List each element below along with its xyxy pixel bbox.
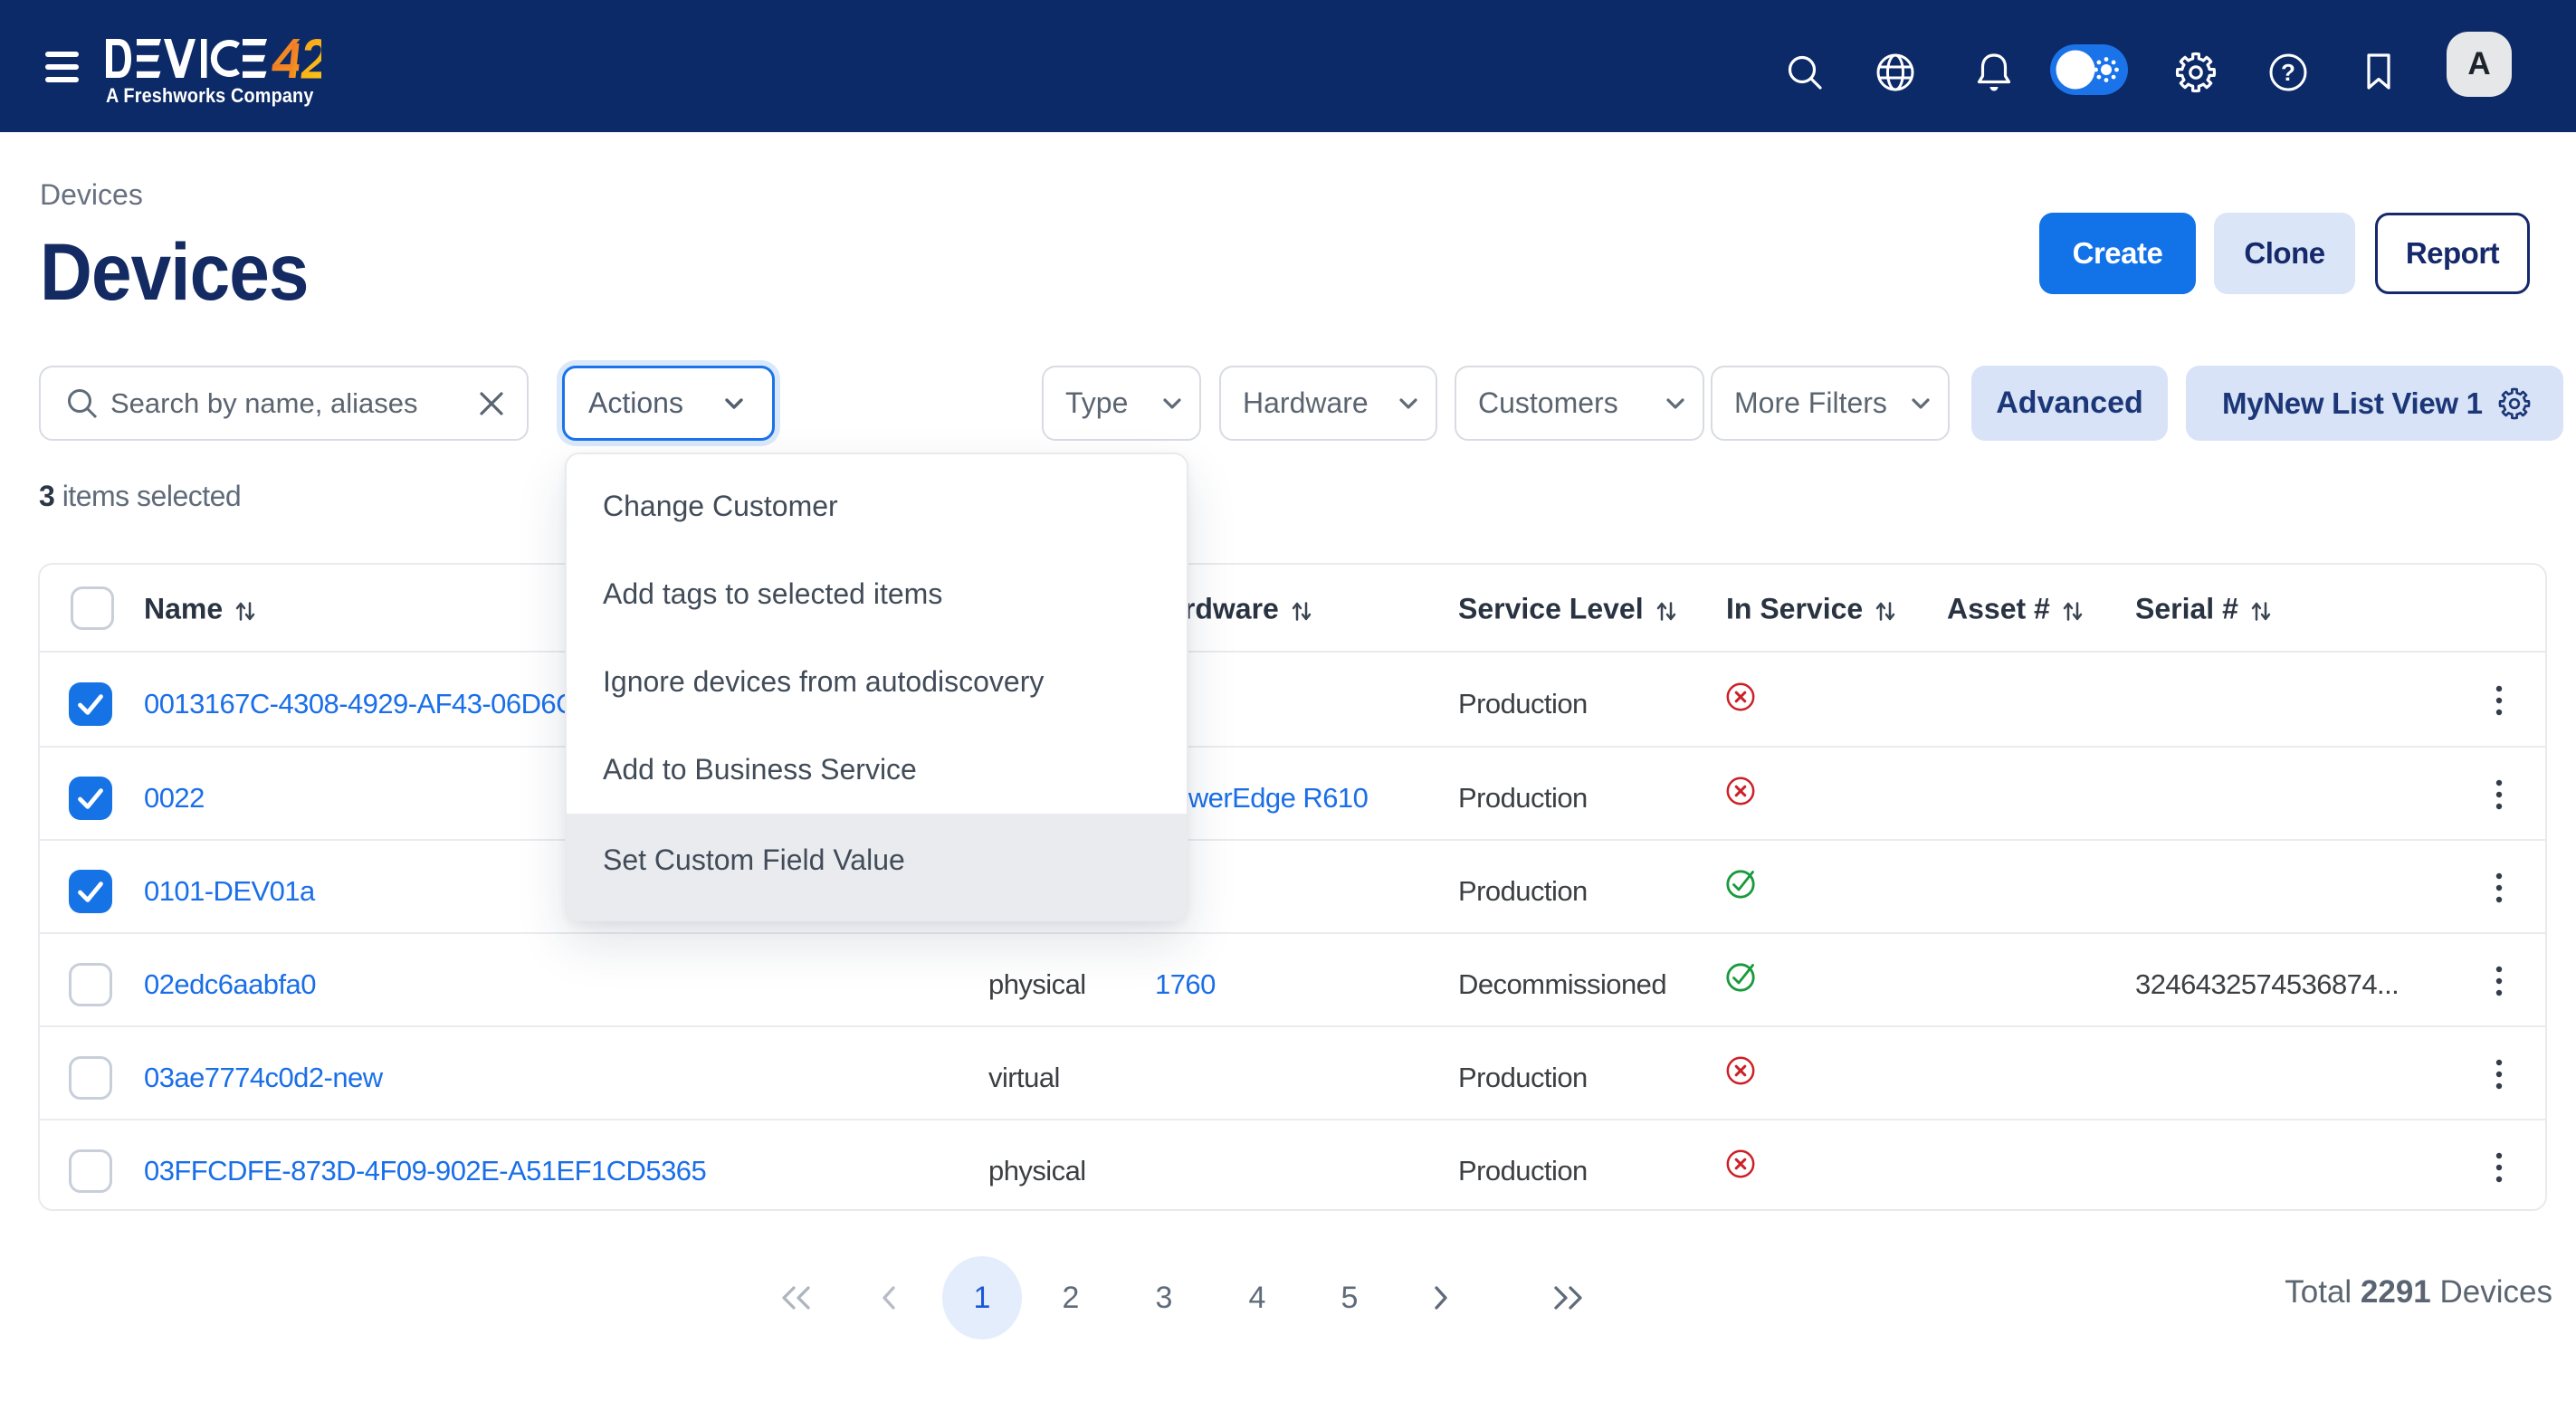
svg-text:?: ? <box>2281 59 2295 86</box>
